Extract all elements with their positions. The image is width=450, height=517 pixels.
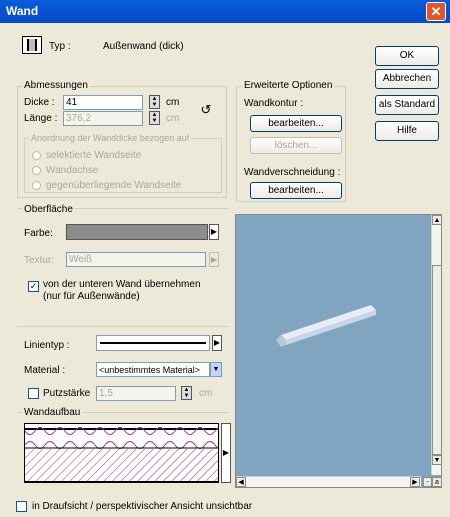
- wall-build-up-preview[interactable]: [24, 423, 219, 483]
- texture-label: Textur:: [24, 255, 55, 266]
- arrow-right-icon: ▶: [209, 252, 219, 267]
- inherit-checkbox[interactable]: ✓: [28, 281, 39, 292]
- arrow-right-icon[interactable]: ▶: [221, 423, 231, 483]
- zoom-out-icon[interactable]: -: [423, 477, 432, 487]
- radio-opposite-side: [32, 181, 41, 190]
- dimensions-group-label: Abmessungen: [22, 80, 90, 91]
- cancel-button[interactable]: Abbrechen: [375, 69, 439, 89]
- scroll-left-icon[interactable]: ◀: [236, 477, 246, 487]
- build-up-group-label: Wandaufbau: [22, 407, 83, 418]
- texture-select: Weiß: [66, 252, 206, 267]
- vertical-scrollbar[interactable]: ▲ ▼: [431, 215, 442, 475]
- undo-icon[interactable]: ↺: [197, 103, 215, 118]
- color-label: Farbe:: [24, 228, 53, 239]
- type-label: Typ :: [49, 41, 71, 52]
- zoom-fit-icon[interactable]: a: [432, 477, 442, 487]
- ok-button[interactable]: OK: [375, 46, 439, 66]
- separator: [17, 326, 229, 327]
- radio-wall-axis: [32, 166, 41, 175]
- inherit-checkbox-label: von der unteren Wand übernehmen (nur für…: [43, 279, 201, 302]
- radio-wall-axis-label: Wandachse: [46, 165, 99, 176]
- horizontal-scrollbar[interactable]: ◀ ▶: [236, 476, 421, 487]
- length-spinner: ▲ ▼: [149, 111, 160, 125]
- arrow-right-icon[interactable]: ▶: [209, 224, 219, 240]
- line-type-field[interactable]: [96, 335, 210, 351]
- as-default-button[interactable]: als Standard: [375, 95, 439, 115]
- type-value: Außenwand (dick): [103, 41, 184, 52]
- scroll-up-icon[interactable]: ▲: [432, 215, 442, 225]
- title-bar: Wand ✕: [0, 0, 450, 23]
- chevron-down-icon[interactable]: ▼: [210, 362, 222, 377]
- material-select[interactable]: <unbestimmtes Material>: [96, 362, 210, 377]
- radio-selected-side-label: selektierte Wandseite: [46, 150, 142, 161]
- advanced-group-label: Erweiterte Optionen: [242, 80, 335, 91]
- surface-group-label: Oberfläche: [22, 204, 75, 215]
- length-label: Länge :: [24, 113, 58, 124]
- scroll-thumb[interactable]: [432, 265, 442, 455]
- color-swatch[interactable]: [66, 224, 208, 240]
- contour-label: Wandkontur :: [244, 98, 304, 109]
- 3d-preview[interactable]: [235, 214, 442, 488]
- window-title: Wand: [6, 4, 39, 18]
- alignment-group-label: Anordnung der Wanddicke bezogen auf: [29, 133, 192, 143]
- close-button[interactable]: ✕: [426, 2, 446, 21]
- thickness-input[interactable]: 41: [63, 95, 143, 110]
- thickness-unit: cm: [166, 97, 180, 108]
- plaster-label: Putzstärke: [43, 388, 91, 399]
- arrow-right-icon[interactable]: ▶: [212, 335, 222, 351]
- intersection-edit-button[interactable]: bearbeiten...: [250, 182, 342, 199]
- length-input: 376,2: [63, 111, 143, 126]
- plaster-input: 1,5: [96, 386, 176, 401]
- scroll-right-icon[interactable]: ▶: [410, 477, 420, 487]
- plaster-unit: cm: [199, 388, 213, 399]
- material-label: Material :: [24, 365, 66, 376]
- radio-opposite-side-label: gegenüberliegende Wandseite: [46, 180, 182, 191]
- invisible-checkbox[interactable]: [16, 501, 27, 512]
- length-unit: cm: [166, 113, 180, 124]
- thickness-label: Dicke :: [24, 97, 55, 108]
- plaster-checkbox[interactable]: [28, 388, 39, 399]
- line-type-label: Linientyp :: [24, 340, 70, 351]
- help-button[interactable]: Hilfe: [375, 121, 439, 141]
- plaster-spinner: ▲ ▼: [181, 386, 192, 400]
- thickness-spinner[interactable]: ▲ ▼: [149, 95, 160, 109]
- wall-preview-model: [276, 305, 376, 347]
- wall-build-up-hatch: [25, 424, 218, 482]
- contour-edit-button[interactable]: bearbeiten...: [250, 115, 342, 132]
- wall-type-icon[interactable]: [22, 36, 42, 54]
- intersection-label: Wandverschneidung :: [244, 167, 341, 178]
- radio-selected-side: [32, 151, 41, 160]
- scroll-down-icon[interactable]: ▼: [432, 455, 442, 465]
- contour-delete-button: löschen...: [250, 137, 342, 154]
- invisible-checkbox-label: in Draufsicht / perspektivischer Ansicht…: [32, 501, 253, 512]
